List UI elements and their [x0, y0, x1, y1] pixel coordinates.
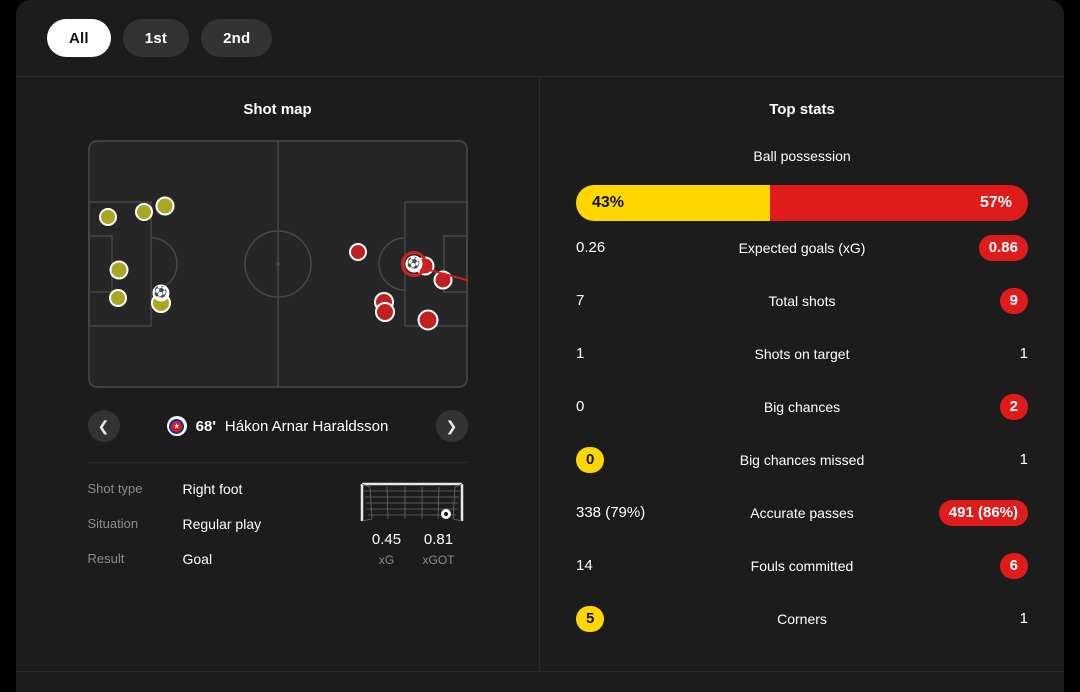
stat-row: 1 Shots on target 1: [576, 327, 1028, 380]
stat-away-value: 0.86: [918, 234, 1028, 261]
stat-label: Expected goals (xG): [738, 239, 866, 256]
stat-away-value: 491 (86%): [918, 499, 1028, 526]
next-shot-button[interactable]: ❯: [435, 410, 468, 442]
shot-marker-home[interactable]: [98, 208, 117, 226]
goal-ball-icon: ⚽: [152, 284, 169, 302]
goal-mouth-graphic: 0.45 0.81 xG xGOT: [358, 481, 468, 586]
stat-home-value: 0: [576, 446, 686, 473]
tab-1st[interactable]: 1st: [122, 19, 190, 57]
prev-shot-button[interactable]: ❮: [87, 410, 120, 442]
stat-label: Big chances: [763, 398, 841, 415]
shot-detail-divider: [87, 462, 468, 463]
shot-marker-away[interactable]: [417, 309, 438, 331]
stat-home-value: 0.26: [576, 239, 606, 256]
xg-value: 0.45: [371, 531, 402, 548]
shot-marker-home[interactable]: [134, 203, 153, 221]
tab-all[interactable]: All: [47, 19, 111, 57]
stat-label: Accurate passes: [750, 504, 854, 521]
goal-net-icon: [360, 482, 463, 522]
xg-values: 0.45 0.81: [358, 531, 468, 548]
detail-label: Result: [87, 551, 125, 566]
detail-label: Situation: [87, 516, 139, 531]
stat-row: 5 Corners 1: [576, 592, 1028, 645]
detail-value: Regular play: [182, 516, 262, 532]
possession-label: Ball possession: [753, 148, 851, 164]
selected-shot-player: 68' Hákon Arnar Haraldsson: [166, 416, 389, 436]
stat-away-value: 1: [1019, 451, 1028, 468]
detail-row-result: Result Goal: [88, 551, 318, 567]
stat-row: 338 (79%) Accurate passes 491 (86%): [576, 486, 1028, 539]
stats-list: Ball possession 43% 57% 0.26 Expected goa…: [540, 118, 1064, 645]
detail-value: Right foot: [182, 481, 243, 497]
xgot-value: 0.81: [423, 531, 454, 548]
xg-label: xG: [378, 553, 395, 567]
xgot-label: xGOT: [422, 553, 455, 567]
lille-crest-icon: [166, 416, 187, 436]
stat-row: 0 Big chances missed 1: [576, 433, 1028, 486]
stat-label: Shots on target: [754, 345, 850, 362]
stat-home-value: 5: [576, 605, 686, 632]
detail-row-shot-type: Shot type Right foot: [88, 481, 318, 497]
stat-home-value: 338 (79%): [576, 504, 646, 521]
stat-label: Big chances missed: [739, 451, 865, 468]
stat-home-value: 14: [576, 557, 593, 574]
stat-home-value: 0: [576, 398, 585, 415]
stat-row: 0 Big chances 2: [576, 380, 1028, 433]
content-body: Shot map ⚽ ⚽ ❮ 68' Hákon Arnar Haraldsso…: [16, 77, 1064, 672]
shot-player-name: Hákon Arnar Haraldsson: [224, 417, 389, 435]
stat-away-value: 9: [918, 287, 1028, 314]
shot-map-panel: Shot map ⚽ ⚽ ❮ 68' Hákon Arnar Haraldsso…: [16, 77, 540, 672]
stat-row: 7 Total shots 9: [576, 274, 1028, 327]
stat-away-value: 6: [918, 552, 1028, 579]
match-stats-card: All 1st 2nd Shot map ⚽ ⚽ ❮ 68' Hákon Arn…: [16, 0, 1064, 692]
stat-label: Corners: [777, 610, 827, 627]
possession-home: 43%: [576, 185, 771, 221]
stat-away-value: 2: [918, 393, 1028, 420]
detail-label: Shot type: [87, 481, 143, 496]
shot-marker-home[interactable]: [155, 196, 174, 216]
possession-bar: 43% 57%: [576, 185, 1028, 221]
top-stats-panel: Top stats Ball possession 43% 57% 0.26 Ex…: [540, 77, 1064, 672]
period-tabbar: All 1st 2nd: [16, 0, 1064, 77]
stat-row: 14 Fouls committed 6: [576, 539, 1028, 592]
shot-map-title: Shot map: [243, 101, 312, 118]
stat-label: Total shots: [768, 292, 836, 309]
stat-home-value: 7: [576, 292, 585, 309]
tab-2nd[interactable]: 2nd: [201, 19, 273, 57]
shot-marker-home[interactable]: [109, 260, 128, 280]
stat-away-value: 1: [1019, 610, 1028, 627]
selected-goal-ball-icon: ⚽: [405, 255, 422, 273]
stat-rows: 0.26 Expected goals (xG) 0.86 7 Total shots 9…: [576, 221, 1028, 645]
pitch[interactable]: ⚽ ⚽: [87, 140, 468, 388]
shot-details: Shot type Right foot Situation Regular p…: [88, 481, 468, 586]
detail-value: Goal: [182, 551, 213, 567]
shot-navigator: ❮ 68' Hákon Arnar Haraldsson ❯: [87, 410, 468, 442]
shot-marker-away[interactable]: [348, 243, 367, 261]
shot-detail-rows: Shot type Right foot Situation Regular p…: [88, 481, 318, 586]
stat-home-value: 1: [576, 345, 585, 362]
stat-away-value: 1: [1019, 345, 1028, 362]
top-stats-title: Top stats: [769, 101, 835, 118]
shot-minute: 68': [195, 417, 216, 435]
possession-away: 57%: [770, 185, 1028, 221]
stat-row: 0.26 Expected goals (xG) 0.86: [576, 221, 1028, 274]
bottom-divider: [16, 671, 1064, 672]
shot-marker-away[interactable]: [374, 302, 395, 322]
stat-label: Fouls committed: [750, 557, 854, 574]
xg-labels: xG xGOT: [358, 553, 468, 567]
detail-row-situation: Situation Regular play: [88, 516, 318, 532]
shot-marker-home[interactable]: [108, 289, 127, 307]
